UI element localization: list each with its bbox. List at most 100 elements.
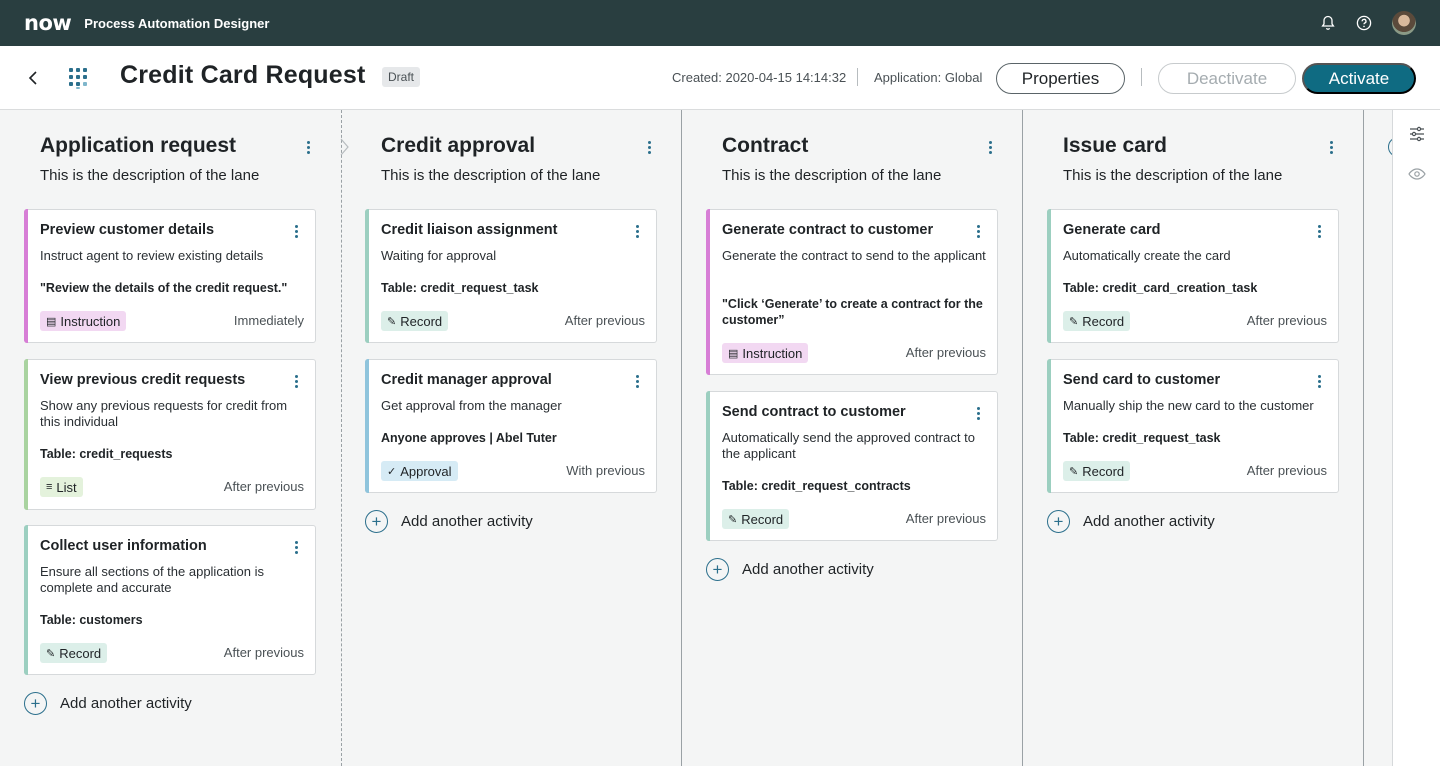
tag-label: Record (1082, 313, 1125, 329)
help-icon[interactable] (1352, 11, 1376, 35)
card-description: Ensure all sections of the application i… (40, 564, 265, 595)
deactivate-button[interactable]: Deactivate (1158, 63, 1296, 94)
filter-settings-icon[interactable] (1407, 124, 1427, 144)
add-activity-label: Add another activity (742, 560, 874, 578)
add-activity-button[interactable]: + Add another activity (706, 557, 874, 581)
card-detail: Table: credit_requests (40, 447, 173, 461)
card-timing: After previous (1246, 313, 1327, 328)
process-flow-icon (68, 66, 92, 90)
instruction-tag: ▤ Instruction (40, 311, 127, 331)
card-more-icon[interactable] (289, 538, 303, 556)
card-detail: Table: credit_request_contracts (722, 479, 911, 493)
servicenow-logo[interactable]: now (24, 11, 72, 35)
card-timing: After previous (905, 345, 986, 360)
lane-more-icon[interactable] (1324, 138, 1338, 156)
activity-card[interactable]: Credit liaison assignment Waiting for ap… (365, 209, 657, 343)
card-description: Manually ship the new card to the custom… (1063, 398, 1314, 413)
lane-more-icon[interactable] (642, 138, 656, 156)
card-more-icon[interactable] (630, 372, 644, 390)
app-title: Process Automation Designer (84, 15, 270, 31)
lane-contract: Contract This is the description of the … (682, 110, 1023, 766)
card-title: View previous credit requests (40, 372, 246, 388)
card-more-icon[interactable] (1312, 372, 1326, 390)
card-detail: Table: credit_card_creation_task (1063, 281, 1258, 295)
lane-credit-approval: Credit approval This is the description … (341, 110, 682, 766)
page-title: Credit Card Request (120, 61, 366, 89)
lane-description: This is the description of the lane (381, 167, 601, 184)
tag-label: Record (59, 645, 102, 661)
activity-card[interactable]: Send card to customer Manually ship the … (1047, 359, 1339, 493)
plus-icon: + (365, 509, 388, 533)
card-more-icon[interactable] (289, 372, 303, 390)
card-title: Collect user information (40, 538, 207, 554)
card-description: Waiting for approval (381, 248, 497, 263)
card-more-icon[interactable] (971, 404, 985, 422)
lane-title: Application request (40, 134, 237, 157)
card-description: Get approval from the manager (381, 398, 562, 413)
page-header: Credit Card Request Draft Created: 2020-… (0, 46, 1440, 110)
lane-description: This is the description of the lane (40, 167, 260, 184)
card-detail: Table: credit_request_task (1063, 431, 1221, 445)
card-detail: "Review the details of the credit reques… (40, 281, 288, 295)
lane-issue-card: Issue card This is the description of th… (1023, 110, 1364, 766)
plus-icon: + (24, 691, 47, 715)
card-more-icon[interactable] (289, 222, 303, 240)
card-accent (24, 209, 28, 343)
activity-card[interactable]: Generate contract to customer Generate t… (706, 209, 998, 375)
card-title: Credit manager approval (381, 372, 552, 388)
edit-record-icon: ✎ (1069, 465, 1079, 478)
instruction-tag: ▤ Instruction (722, 343, 809, 363)
list-icon: ≡ (46, 481, 53, 493)
right-tool-rail (1392, 110, 1440, 766)
activate-button[interactable]: Activate (1302, 63, 1416, 94)
checkmark-icon: ✓ (387, 465, 397, 478)
eye-icon[interactable] (1407, 164, 1427, 184)
card-accent (365, 209, 369, 343)
lane-description: This is the description of the lane (722, 167, 942, 184)
activity-card[interactable]: Send contract to customer Automatically … (706, 391, 998, 541)
lane-title: Contract (722, 134, 809, 157)
lane-more-icon[interactable] (983, 138, 997, 156)
lane-title: Issue card (1063, 134, 1167, 157)
add-activity-button[interactable]: + Add another activity (24, 691, 192, 715)
add-activity-label: Add another activity (1083, 512, 1215, 530)
card-more-icon[interactable] (1312, 222, 1326, 240)
instruction-icon: ▤ (728, 347, 739, 360)
tag-label: List (56, 479, 77, 495)
user-avatar[interactable] (1392, 11, 1416, 35)
lane-application-request: Application request This is the descript… (0, 110, 341, 766)
record-tag: ✎ Record (40, 643, 108, 663)
record-tag: ✎ Record (1063, 461, 1131, 481)
activity-card[interactable]: View previous credit requests Show any p… (24, 359, 316, 510)
application-scope: Application: Global (874, 70, 983, 85)
bell-icon[interactable] (1316, 11, 1340, 35)
card-more-icon[interactable] (971, 222, 985, 240)
properties-button[interactable]: Properties (996, 63, 1125, 94)
card-description: Automatically create the card (1063, 248, 1231, 263)
divider (857, 68, 858, 86)
top-icons (1304, 11, 1416, 35)
list-tag: ≡ List (40, 477, 83, 497)
activity-card[interactable]: Generate card Automatically create the c… (1047, 209, 1339, 343)
card-description: Automatically send the approved contract… (722, 430, 975, 461)
card-title: Generate contract to customer (722, 222, 934, 238)
card-timing: After previous (223, 479, 304, 494)
lane-more-icon[interactable] (301, 138, 315, 156)
card-timing: With previous (566, 463, 645, 478)
add-activity-button[interactable]: + Add another activity (365, 509, 533, 533)
activity-card[interactable]: Collect user information Ensure all sect… (24, 525, 316, 675)
card-timing: After previous (905, 511, 986, 526)
plus-icon: + (706, 557, 729, 581)
card-title: Credit liaison assignment (381, 222, 558, 238)
card-title: Preview customer details (40, 222, 215, 238)
back-arrow-icon[interactable] (22, 66, 44, 90)
card-title: Send contract to customer (722, 404, 906, 420)
activity-card[interactable]: Preview customer details Instruct agent … (24, 209, 316, 343)
add-activity-button[interactable]: + Add another activity (1047, 509, 1215, 533)
plus-icon: + (1047, 509, 1070, 533)
card-detail: "Click ‘Generate’ to create a contract f… (722, 297, 983, 327)
instruction-icon: ▤ (46, 315, 57, 328)
activity-card[interactable]: Credit manager approval Get approval fro… (365, 359, 657, 493)
add-activity-label: Add another activity (60, 694, 192, 712)
card-more-icon[interactable] (630, 222, 644, 240)
